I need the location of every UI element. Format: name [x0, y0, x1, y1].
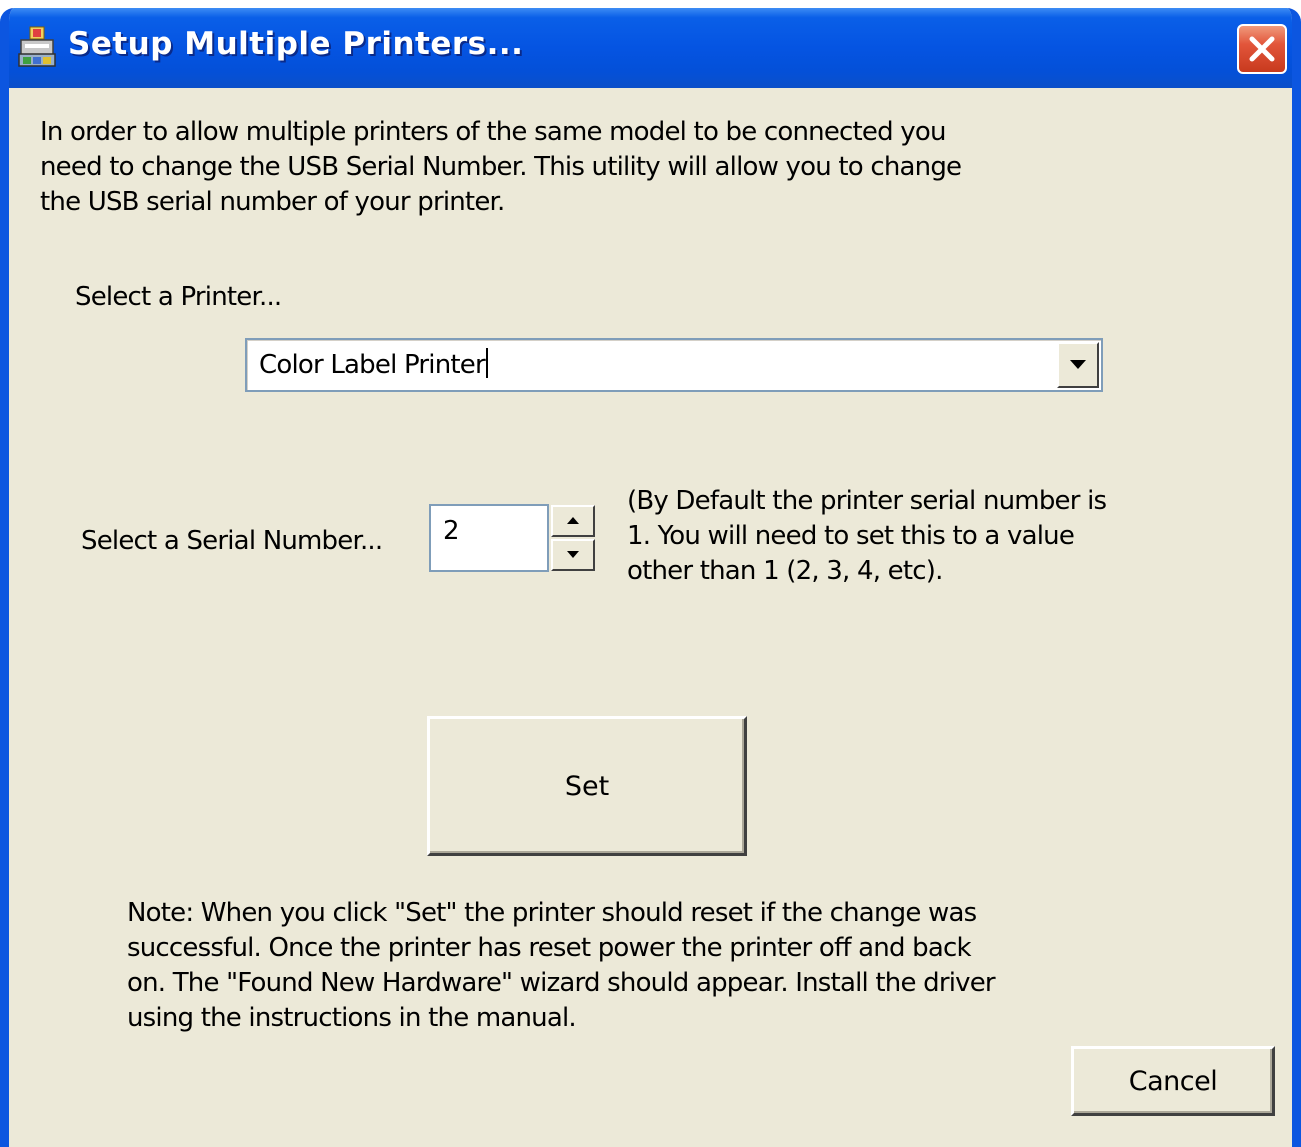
- serial-hint-text: (By Default the printer serial number is…: [627, 484, 1107, 589]
- intro-line: need to change the USB Serial Number. Th…: [40, 152, 962, 182]
- printer-select-value[interactable]: Color Label Printer: [259, 348, 488, 382]
- close-icon: [1249, 36, 1275, 62]
- hint-line: 1. You will need to set this to a value: [627, 521, 1075, 551]
- setup-dialog-window: Setup Multiple Printers... In order to a…: [0, 8, 1301, 1147]
- note-line: on. The "Found New Hardware" wizard shou…: [127, 968, 996, 998]
- title-bar[interactable]: Setup Multiple Printers...: [9, 8, 1292, 88]
- close-button[interactable]: [1237, 24, 1287, 74]
- select-serial-label: Select a Serial Number...: [81, 526, 383, 556]
- set-button[interactable]: Set: [427, 716, 747, 856]
- text-caret: [485, 348, 488, 378]
- printer-dropdown-button[interactable]: [1057, 342, 1099, 388]
- chevron-down-icon: [1070, 360, 1086, 369]
- cancel-button-label: Cancel: [1128, 1066, 1218, 1097]
- note-text: Note: When you click "Set" the printer s…: [127, 896, 996, 1036]
- intro-line: the USB serial number of your printer.: [40, 187, 505, 217]
- note-line: successful. Once the printer has reset p…: [127, 933, 972, 963]
- intro-text: In order to allow multiple printers of t…: [40, 115, 962, 220]
- serial-spin-down-button[interactable]: [551, 539, 595, 571]
- serial-number-input[interactable]: 2: [429, 504, 549, 572]
- printer-select[interactable]: Color Label Printer: [245, 338, 1103, 392]
- cancel-button[interactable]: Cancel: [1071, 1046, 1275, 1116]
- spin-up-icon: [567, 517, 579, 524]
- spin-down-icon: [567, 551, 579, 558]
- hint-line: (By Default the printer serial number is: [627, 486, 1107, 516]
- hint-line: other than 1 (2, 3, 4, etc).: [627, 556, 943, 586]
- note-line: Note: When you click "Set" the printer s…: [127, 898, 977, 928]
- printer-setup-icon: [18, 26, 56, 68]
- serial-number-value: 2: [443, 516, 460, 546]
- select-printer-label: Select a Printer...: [75, 282, 282, 312]
- window-title: Setup Multiple Printers...: [68, 26, 524, 62]
- note-line: using the instructions in the manual.: [127, 1003, 577, 1033]
- printer-select-text: Color Label Printer: [259, 350, 486, 380]
- serial-spin-up-button[interactable]: [551, 505, 595, 537]
- set-button-label: Set: [564, 771, 610, 802]
- intro-line: In order to allow multiple printers of t…: [40, 117, 946, 147]
